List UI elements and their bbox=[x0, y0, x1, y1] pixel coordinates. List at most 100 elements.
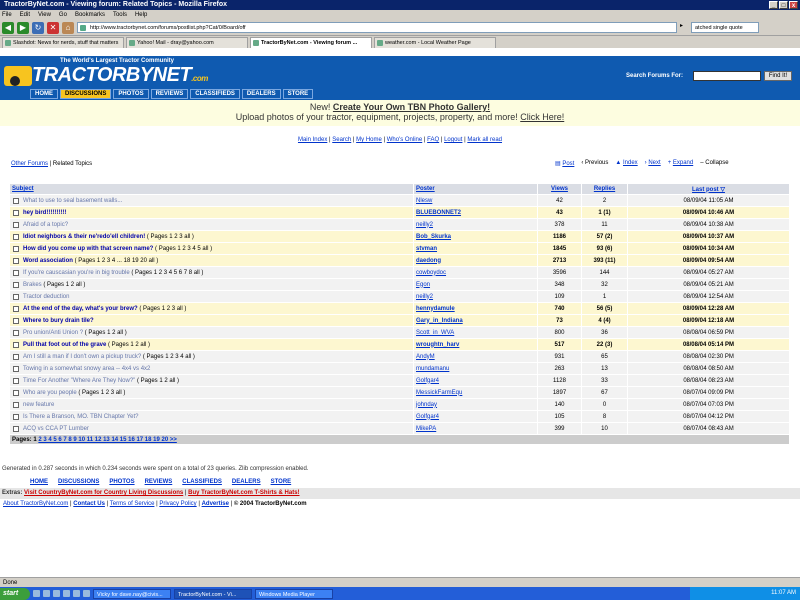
quicklaunch-icon[interactable] bbox=[53, 590, 60, 597]
topic-poster[interactable]: Golfgar4 bbox=[413, 374, 538, 387]
tab-slashdot[interactable]: Slashdot: News for nerds, stuff that mat… bbox=[2, 37, 124, 48]
link-whos-online[interactable]: Who's Online bbox=[387, 137, 423, 143]
menu-go[interactable]: Go bbox=[59, 10, 67, 20]
link-mark-all-read[interactable]: Mark all read bbox=[467, 137, 502, 143]
link-contact[interactable]: Contact Us bbox=[73, 501, 105, 507]
link-logout[interactable]: Logout bbox=[444, 137, 462, 143]
topic-pages[interactable]: ( Pages 1 2 3 all ) bbox=[147, 234, 194, 240]
topic-link[interactable]: Pro union/Anti Union ? bbox=[23, 330, 83, 336]
index-button[interactable]: ▲ Index bbox=[615, 160, 637, 167]
foot-home[interactable]: HOME bbox=[30, 479, 48, 488]
tab-yahoo-mail[interactable]: Yahoo! Mail - dray@yahoo.com bbox=[126, 37, 248, 48]
topic-poster[interactable]: hennydamule bbox=[413, 302, 538, 315]
task-email[interactable]: Vicky for dave.nay@civis... bbox=[93, 588, 171, 599]
task-media-player[interactable]: Windows Media Player bbox=[255, 588, 333, 599]
topic-poster[interactable]: johnday bbox=[413, 398, 538, 411]
nav-discussions[interactable]: DISCUSSIONS bbox=[60, 89, 112, 99]
col-views[interactable]: Views bbox=[537, 183, 582, 195]
foot-dealers[interactable]: DEALERS bbox=[232, 479, 261, 488]
topic-poster[interactable]: Egon bbox=[413, 278, 538, 291]
topic-pages[interactable]: ( Pages 1 2 all ) bbox=[137, 378, 179, 384]
topic-link[interactable]: If you're causcasian you're in big troub… bbox=[23, 270, 130, 276]
topic-poster[interactable]: daedong bbox=[413, 254, 538, 267]
nav-reviews[interactable]: REVIEWS bbox=[150, 89, 189, 99]
foot-reviews[interactable]: REVIEWS bbox=[145, 479, 173, 488]
reload-icon[interactable]: ↻ bbox=[32, 21, 44, 34]
topic-link[interactable]: Am I still a man if I don't own a pickup… bbox=[23, 354, 141, 360]
foot-store[interactable]: STORE bbox=[271, 479, 292, 488]
topic-pages[interactable]: ( Pages 1 2 3 4 5 6 7 8 all ) bbox=[131, 270, 203, 276]
url-bar[interactable]: http://www.tractorbynet.com/forums/postl… bbox=[77, 22, 677, 33]
nav-photos[interactable]: PHOTOS bbox=[113, 89, 149, 99]
nav-classifieds[interactable]: CLASSIFIEDS bbox=[190, 89, 240, 99]
topic-link[interactable]: hey bird!!!!!!!!!! bbox=[23, 210, 66, 216]
tab-weather[interactable]: weather.com - Local Weather Page bbox=[374, 37, 496, 48]
topic-poster[interactable]: AndyM bbox=[413, 350, 538, 363]
topic-poster[interactable]: wroughtn_harv bbox=[413, 338, 538, 351]
nav-store[interactable]: STORE bbox=[282, 89, 314, 99]
minimize-button[interactable]: _ bbox=[769, 1, 778, 9]
topic-pages[interactable]: ( Pages 1 2 3 4 all ) bbox=[143, 354, 195, 360]
topic-link[interactable]: Afraid of a topic? bbox=[23, 222, 68, 228]
topic-poster[interactable]: Gary_in_Indiana bbox=[413, 314, 538, 327]
task-firefox[interactable]: TractorByNet.com - Vi... bbox=[174, 588, 252, 599]
collapse-button[interactable]: – Collapse bbox=[700, 160, 728, 167]
topic-pages[interactable]: ( Pages 1 2 all ) bbox=[108, 342, 150, 348]
topic-poster[interactable]: MikePA bbox=[413, 422, 538, 435]
topic-link[interactable]: ACQ vs CCA PT Lumber bbox=[23, 426, 89, 432]
link-faq[interactable]: FAQ bbox=[427, 137, 439, 143]
home-icon[interactable]: ⌂ bbox=[62, 21, 74, 34]
topic-link[interactable]: Idiot neighbors & their ne'redo'ell chil… bbox=[23, 234, 145, 240]
quicklaunch-icon[interactable] bbox=[63, 590, 70, 597]
topic-link[interactable]: Where to bury drain tile? bbox=[23, 318, 94, 324]
foot-classifieds[interactable]: CLASSIFIEDS bbox=[182, 479, 222, 488]
quicklaunch-icon[interactable] bbox=[83, 590, 90, 597]
topic-poster[interactable]: neilly2 bbox=[413, 218, 538, 231]
link-search[interactable]: Search bbox=[332, 137, 351, 143]
quicklaunch-icon[interactable] bbox=[43, 590, 50, 597]
tab-tractorbynet[interactable]: TractorByNet.com - Viewing forum ... bbox=[250, 37, 372, 48]
topic-pages[interactable]: ( Pages 1 2 3 all ) bbox=[139, 306, 186, 312]
menu-view[interactable]: View bbox=[38, 10, 51, 20]
topic-link[interactable]: Brakes bbox=[23, 282, 42, 288]
topic-link[interactable]: Towing in a somewhat snowy area -- 4x4 v… bbox=[23, 366, 150, 372]
go-button[interactable]: ▸ bbox=[680, 22, 688, 33]
topic-poster[interactable]: Scott_in_WVA bbox=[413, 326, 538, 339]
extras-countrybynet-link[interactable]: Visit CountryByNet.com for Country Livin… bbox=[24, 490, 183, 496]
nav-home[interactable]: HOME bbox=[30, 89, 58, 99]
crumb-other-forums[interactable]: Other Forums bbox=[11, 161, 48, 167]
close-button[interactable]: x bbox=[789, 1, 798, 9]
site-logo[interactable]: TRACTORBYNET.com bbox=[32, 64, 208, 87]
topic-link[interactable]: Tractor deduction bbox=[23, 294, 69, 300]
quicklaunch-icon[interactable] bbox=[73, 590, 80, 597]
topic-link[interactable]: What to use to seal basement walls... bbox=[23, 198, 122, 204]
forward-icon[interactable]: ▶ bbox=[17, 21, 29, 34]
topic-link[interactable]: Time For Another "Where Are They Now?" bbox=[23, 378, 135, 384]
link-advertise[interactable]: Advertise bbox=[202, 501, 229, 507]
expand-button[interactable]: + Expand bbox=[668, 160, 694, 167]
forum-search-input[interactable] bbox=[693, 71, 761, 81]
back-icon[interactable]: ◀ bbox=[2, 21, 14, 34]
post-button[interactable]: ▤ Post bbox=[555, 160, 574, 167]
quicklaunch-icon[interactable] bbox=[33, 590, 40, 597]
link-main-index[interactable]: Main Index bbox=[298, 137, 327, 143]
foot-discussions[interactable]: DISCUSSIONS bbox=[58, 479, 99, 488]
stop-icon[interactable]: ✕ bbox=[47, 21, 59, 34]
topic-link[interactable]: Is There a Branson, MO. TBN Chapter Yet? bbox=[23, 414, 139, 420]
promo-headline-link[interactable]: Create Your Own TBN Photo Gallery! bbox=[333, 102, 490, 112]
link-terms[interactable]: Terms of Service bbox=[110, 501, 155, 507]
topic-poster[interactable]: mundamanu bbox=[413, 362, 538, 375]
col-subject[interactable]: Subject bbox=[9, 183, 414, 195]
topic-pages[interactable]: ( Pages 1 2 3 all ) bbox=[78, 390, 125, 396]
col-replies[interactable]: Replies bbox=[581, 183, 628, 195]
topic-poster[interactable]: stvman bbox=[413, 242, 538, 255]
topic-poster[interactable]: Nlesw bbox=[413, 194, 538, 207]
link-my-home[interactable]: My Home bbox=[356, 137, 382, 143]
link-privacy[interactable]: Privacy Policy bbox=[159, 501, 196, 507]
promo-click-link[interactable]: Click Here! bbox=[520, 112, 564, 122]
menu-help[interactable]: Help bbox=[135, 10, 147, 20]
menu-file[interactable]: File bbox=[2, 10, 12, 20]
topic-link[interactable]: How did you come up with that screen nam… bbox=[23, 246, 153, 252]
topic-pages[interactable]: ( Pages 1 2 all ) bbox=[43, 282, 85, 288]
topic-poster[interactable]: BLUEBONNET2 bbox=[413, 206, 538, 219]
